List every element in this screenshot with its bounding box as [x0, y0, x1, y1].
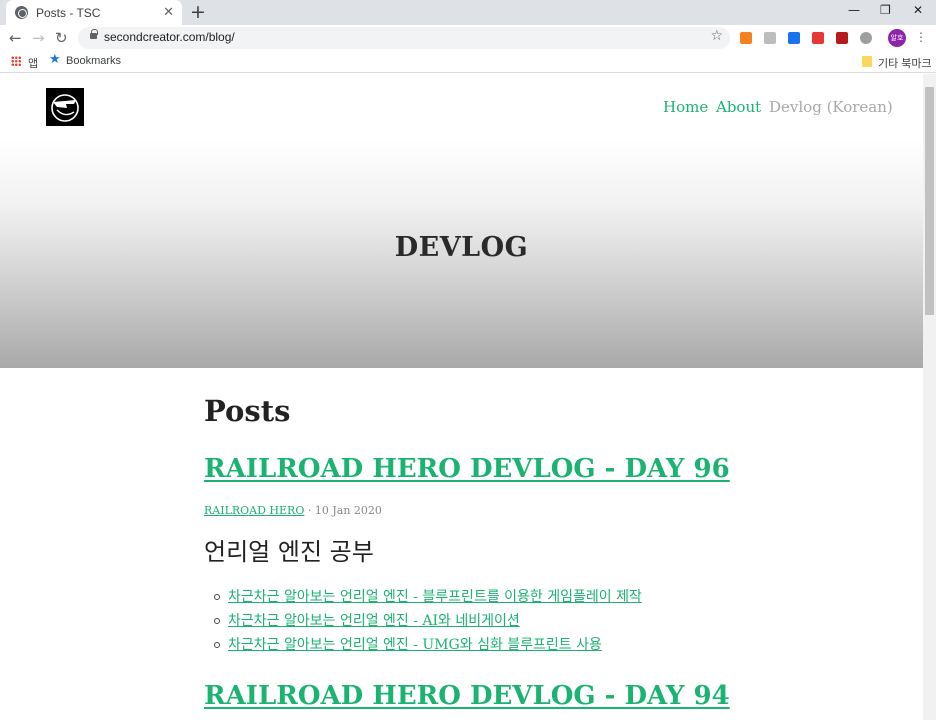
- bullet-icon: [214, 642, 220, 648]
- minimize-icon[interactable]: —: [848, 3, 860, 17]
- extension-icon[interactable]: [764, 32, 776, 44]
- site-logo[interactable]: [46, 88, 84, 126]
- post-title-link[interactable]: RAILROAD HERO DEVLOG - DAY 94: [204, 681, 730, 711]
- post-link-list: 차근차근 알아보는 언리얼 엔진 - 블루프린트를 이용한 게임플레이 제작 차…: [204, 586, 764, 658]
- url-text: secondcreator.com/blog/: [104, 30, 235, 44]
- list-item: 차근차근 알아보는 언리얼 엔진 - 블루프린트를 이용한 게임플레이 제작: [204, 586, 764, 610]
- browser-tab-strip: Posts - TSC ✕ + — ❐ ✕: [0, 0, 936, 25]
- other-bookmarks-label[interactable]: 기타 북마크: [878, 55, 932, 71]
- bookmark-star-icon[interactable]: ☆: [710, 28, 723, 44]
- post-link[interactable]: 차근차근 알아보는 언리얼 엔진 - 블루프린트를 이용한 게임플레이 제작: [228, 589, 642, 605]
- logo-icon: [46, 88, 84, 126]
- bookmarks-bar: 앱 ★ Bookmarks 기타 북마크: [0, 51, 936, 73]
- nav-devlog-korean-link[interactable]: Devlog (Korean): [769, 98, 893, 116]
- list-item: 차근차근 알아보는 언리얼 엔진 - UMG와 심화 블루프린트 사용: [204, 634, 764, 658]
- address-bar[interactable]: secondcreator.com/blog/ ☆: [78, 27, 730, 49]
- post-link[interactable]: 차근차근 알아보는 언리얼 엔진 - UMG와 심화 블루프린트 사용: [228, 637, 602, 653]
- lock-icon: [90, 29, 98, 39]
- list-item: 차근차근 알아보는 언리얼 엔진 - AI와 네비게이션: [204, 610, 764, 634]
- page-viewport: Home About Devlog (Korean) DEVLOG Posts …: [0, 74, 923, 720]
- extension-icon[interactable]: [788, 32, 800, 44]
- reload-icon[interactable]: ↻: [55, 28, 68, 48]
- page-scrollbar[interactable]: [923, 74, 936, 720]
- browser-tab[interactable]: Posts - TSC ✕: [6, 0, 182, 25]
- bookmark-star-icon: ★: [49, 52, 61, 67]
- post-meta: RAILROAD HERO · 10 Jan 2020: [204, 504, 382, 517]
- browser-toolbar: ← → ↻ secondcreator.com/blog/ ☆ 알호 ⋮: [0, 25, 936, 51]
- extension-icon[interactable]: [860, 32, 872, 44]
- nav-home-link[interactable]: Home: [663, 98, 708, 116]
- extension-icon[interactable]: [812, 32, 824, 44]
- bullet-icon: [214, 594, 220, 600]
- restore-icon[interactable]: ❐: [880, 3, 891, 17]
- page-title: Posts: [204, 394, 291, 428]
- tab-title: Posts - TSC: [36, 5, 101, 20]
- hero-title: DEVLOG: [394, 232, 529, 263]
- back-icon[interactable]: ←: [9, 28, 22, 48]
- extension-icon[interactable]: [836, 32, 848, 44]
- post-link[interactable]: 차근차근 알아보는 언리얼 엔진 - AI와 네비게이션: [228, 613, 520, 629]
- post-date: · 10 Jan 2020: [307, 504, 382, 517]
- post-tag-link[interactable]: RAILROAD HERO: [204, 504, 304, 517]
- apps-grid-icon[interactable]: [11, 56, 21, 66]
- globe-icon: [15, 6, 28, 19]
- new-tab-button[interactable]: +: [190, 2, 206, 22]
- nav-about-link[interactable]: About: [716, 98, 761, 116]
- bookmarks-folder-label[interactable]: Bookmarks: [66, 55, 121, 67]
- profile-avatar[interactable]: 알호: [888, 29, 906, 47]
- post-subheading: 언리얼 엔진 공부: [204, 538, 374, 566]
- folder-icon: [862, 56, 872, 67]
- close-window-icon[interactable]: ✕: [913, 3, 923, 17]
- bullet-icon: [214, 618, 220, 624]
- post-title-link[interactable]: RAILROAD HERO DEVLOG - DAY 96: [204, 454, 730, 484]
- hero-header: Home About Devlog (Korean) DEVLOG: [0, 74, 923, 368]
- close-tab-icon[interactable]: ✕: [163, 6, 174, 19]
- more-menu-icon[interactable]: ⋮: [915, 30, 927, 44]
- apps-label[interactable]: 앱: [28, 55, 38, 71]
- scrollbar-thumb[interactable]: [925, 87, 934, 315]
- extension-icon[interactable]: [740, 32, 752, 44]
- forward-icon[interactable]: →: [32, 28, 45, 48]
